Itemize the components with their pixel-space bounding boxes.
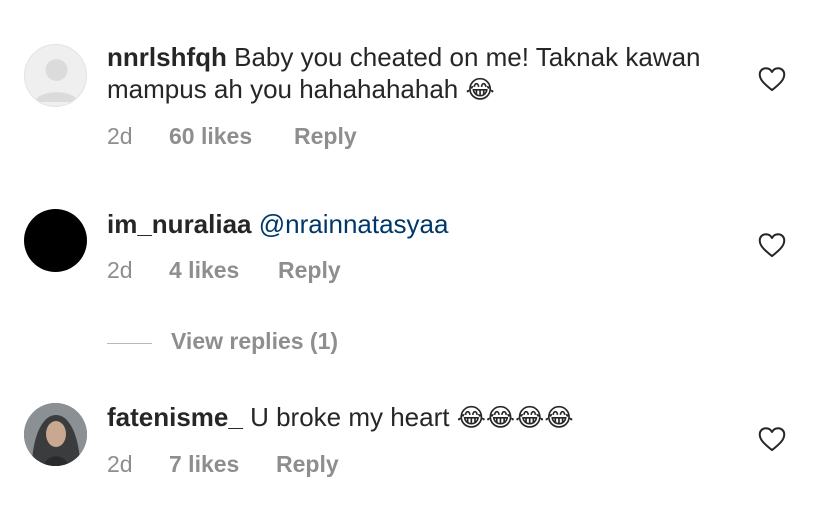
likes-count[interactable]: 7 likes <box>169 451 239 478</box>
default-avatar-icon <box>35 59 78 102</box>
comment-username[interactable]: nnrlshfqh <box>107 42 227 72</box>
comment-body: nnrlshfqh Baby you cheated on me! Taknak… <box>107 41 727 106</box>
likes-count[interactable]: 4 likes <box>169 257 239 284</box>
laughing-emoji-icon: 😂😂😂😂 <box>456 403 574 432</box>
comment-body: fatenisme_ U broke my heart 😂😂😂😂 <box>107 401 727 434</box>
mention-link[interactable]: @nrainnatasyaa <box>259 209 449 239</box>
likes-count[interactable]: 60 likes <box>169 123 252 150</box>
view-replies-label: View replies (1) <box>171 328 339 354</box>
heart-icon[interactable] <box>758 426 786 452</box>
heart-icon[interactable] <box>758 232 786 258</box>
comment-time: 2d <box>107 257 133 283</box>
laughing-emoji-icon: 😂 <box>465 75 495 104</box>
divider <box>107 343 152 344</box>
comment-username[interactable]: im_nuraliaa <box>107 209 252 239</box>
comment-username[interactable]: fatenisme_ <box>107 402 243 432</box>
comment-time: 2d <box>107 123 133 149</box>
comment-2: im_nuraliaa @nrainnatasyaa 2d 4 likes Re… <box>0 180 828 320</box>
heart-icon[interactable] <box>758 66 786 92</box>
comment-3: fatenisme_ U broke my heart 😂😂😂😂 2d 7 li… <box>0 380 828 511</box>
comment-text: U broke my heart <box>250 402 450 432</box>
comment-time: 2d <box>107 451 133 477</box>
black-avatar[interactable] <box>24 209 87 272</box>
profile-photo-icon <box>24 403 87 466</box>
reply-button[interactable]: Reply <box>278 257 341 284</box>
avatar[interactable] <box>24 44 87 107</box>
photo-avatar[interactable] <box>24 403 87 466</box>
reply-button[interactable]: Reply <box>276 451 339 478</box>
comment-1: nnrlshfqh Baby you cheated on me! Taknak… <box>0 0 828 180</box>
reply-button[interactable]: Reply <box>294 123 357 150</box>
comment-body: im_nuraliaa @nrainnatasyaa <box>107 208 727 240</box>
